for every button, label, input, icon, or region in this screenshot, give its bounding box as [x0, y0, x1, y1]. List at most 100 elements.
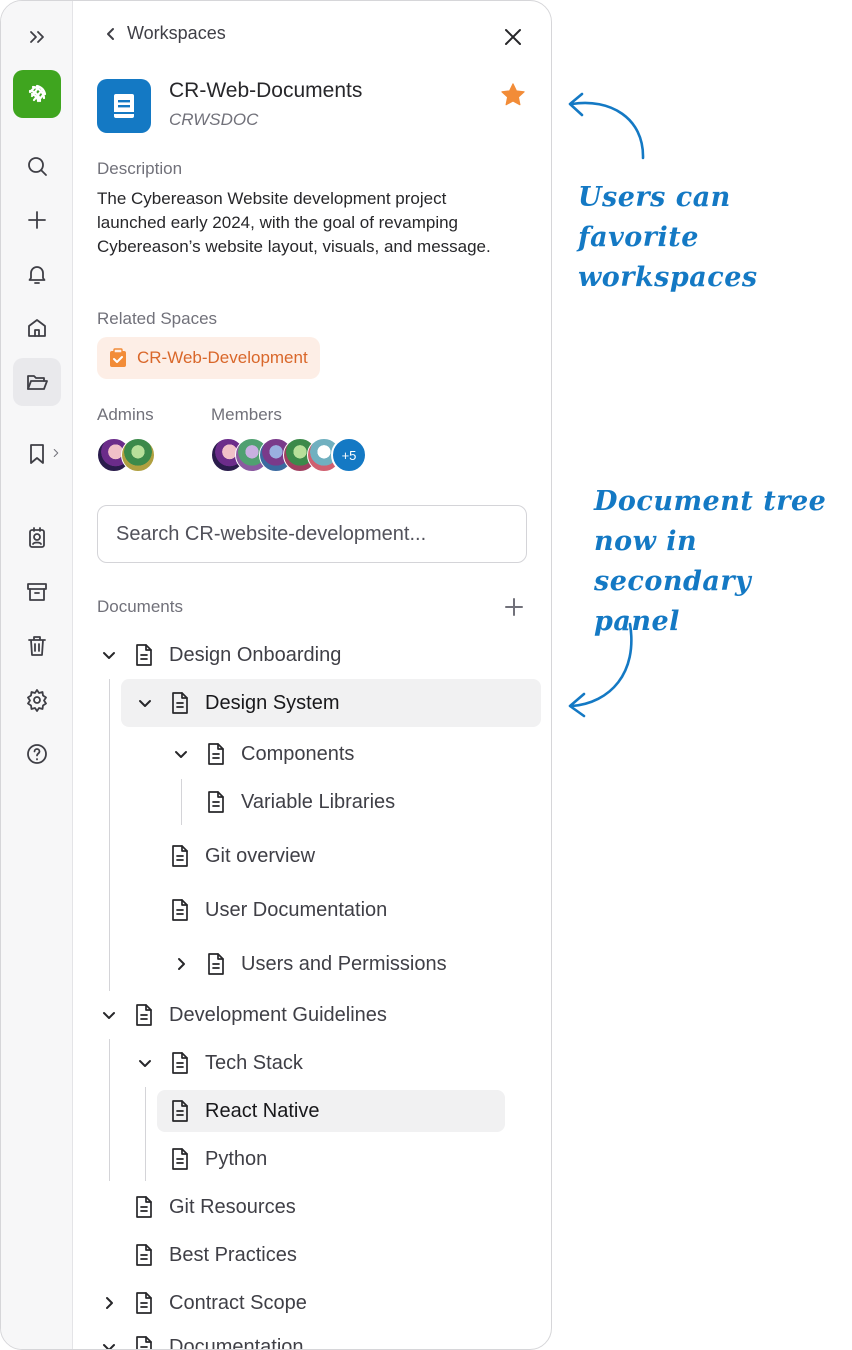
bookmark-icon[interactable] — [13, 430, 61, 478]
tree-guide — [181, 779, 182, 825]
chevron-down-icon[interactable] — [169, 742, 193, 766]
tree-guide — [145, 1087, 146, 1181]
tree-item-design-onboarding[interactable]: Design Onboarding — [97, 635, 341, 675]
tree-item-label: User Documentation — [205, 898, 388, 921]
annotation-arrow-icon — [568, 92, 645, 160]
help-icon[interactable] — [13, 730, 61, 778]
settings-icon[interactable] — [13, 676, 61, 724]
workspace-code: CRWSDOC — [169, 110, 259, 129]
tree-item-label: Contract Scope — [169, 1291, 307, 1314]
document-icon — [133, 1243, 157, 1267]
archive-icon[interactable] — [13, 568, 61, 616]
tree-item-label: Variable Libraries — [241, 790, 396, 813]
tree-item-contract-scope[interactable]: Contract Scope — [97, 1283, 307, 1323]
favorite-star-icon[interactable] — [499, 81, 527, 109]
document-icon — [169, 1051, 193, 1075]
chevron-down-icon[interactable] — [133, 691, 157, 715]
document-search-input[interactable] — [97, 505, 527, 563]
description-label: Description — [97, 159, 183, 178]
tree-item-label: Components — [241, 742, 355, 765]
tree-item-label: Development Guidelines — [169, 1003, 387, 1026]
chevron-down-icon[interactable] — [133, 1051, 157, 1075]
home-icon[interactable] — [13, 304, 61, 352]
document-icon — [133, 643, 157, 667]
tree-item-label: Documentation — [169, 1335, 304, 1350]
tree-item-git-overview[interactable]: Git overview — [169, 836, 315, 876]
document-icon — [133, 1335, 157, 1349]
contact-icon[interactable] — [13, 514, 61, 562]
chevron-down-icon[interactable] — [97, 643, 121, 667]
chevron-down-icon[interactable] — [97, 1003, 121, 1027]
related-spaces-label: Related Spaces — [97, 309, 218, 328]
tree-item-best-practices[interactable]: Best Practices — [133, 1235, 297, 1275]
members-label: Members — [211, 405, 282, 424]
app-logo[interactable] — [13, 70, 61, 118]
favorite-annotation: Users can favorite workspaces — [578, 178, 852, 298]
more-members-badge[interactable]: +5 — [331, 437, 367, 473]
add-document-icon[interactable] — [503, 596, 525, 618]
related-space-chip[interactable]: CR-Web-Development — [97, 337, 320, 379]
chevron-left-icon — [107, 27, 114, 40]
tree-item-git-resources[interactable]: Git Resources — [133, 1187, 296, 1227]
document-icon — [169, 844, 193, 868]
back-to-workspaces-link[interactable]: Workspaces — [103, 23, 226, 44]
tree-guide — [109, 1039, 110, 1181]
admins-avatars — [97, 438, 155, 474]
annotation-line: workspaces — [578, 262, 758, 293]
chevron-right-icon — [53, 448, 59, 458]
tree-item-label: React Native — [205, 1099, 320, 1122]
expand-icon[interactable] — [13, 13, 61, 61]
bell-icon[interactable] — [13, 250, 61, 298]
document-icon — [205, 742, 229, 766]
folder-open-icon[interactable] — [13, 358, 61, 406]
annotation-line: Users can favorite — [578, 182, 731, 253]
tree-item-documentation[interactable]: Documentation — [97, 1327, 304, 1350]
avatar[interactable] — [121, 438, 155, 472]
tree-item-label: Python — [205, 1147, 268, 1170]
tree-item-label: Git Resources — [169, 1195, 296, 1218]
clipboard-icon — [110, 348, 126, 367]
document-icon — [133, 1195, 157, 1219]
trash-icon[interactable] — [13, 622, 61, 670]
tree-item-users-and-permissions[interactable]: Users and Permissions — [169, 944, 447, 984]
document-icon — [169, 1099, 193, 1123]
chevron-down-icon[interactable] — [97, 1335, 121, 1349]
tree-item-development-guidelines[interactable]: Development Guidelines — [97, 995, 387, 1035]
document-icon — [169, 1147, 193, 1171]
members-avatars: +5 — [211, 437, 367, 474]
document-icon — [205, 790, 229, 814]
document-icon — [133, 1003, 157, 1027]
close-icon[interactable] — [501, 25, 525, 49]
tree-item-label: Users and Permissions — [241, 952, 447, 975]
workspace-title: CR-Web-Documents — [169, 79, 363, 102]
tree-item-label: Design Onboarding — [169, 643, 342, 666]
icon-rail — [1, 1, 73, 1349]
tree-item-react-native[interactable]: React Native — [169, 1091, 320, 1131]
tree-guide — [109, 679, 110, 991]
admins-label: Admins — [97, 405, 154, 424]
chevron-right-icon[interactable] — [169, 952, 193, 976]
tree-item-design-system[interactable]: Design System — [133, 683, 340, 723]
annotation-arrow-icon — [568, 622, 633, 718]
document-icon — [169, 898, 193, 922]
tree-item-components[interactable]: Components — [169, 734, 354, 774]
tree-item-python[interactable]: Python — [169, 1139, 267, 1179]
document-icon — [133, 1291, 157, 1315]
tree-item-variable-libraries[interactable]: Variable Libraries — [205, 782, 395, 822]
workspace-book-icon — [97, 79, 151, 133]
document-icon — [169, 691, 193, 715]
search-icon[interactable] — [13, 142, 61, 190]
document-icon — [205, 952, 229, 976]
annotation-line: now in secondary — [594, 526, 752, 597]
related-space-label: CR-Web-Development — [137, 348, 308, 367]
documents-label: Documents — [97, 597, 183, 616]
chevron-right-icon[interactable] — [97, 1291, 121, 1315]
back-label: Workspaces — [127, 23, 226, 43]
plus-icon[interactable] — [13, 196, 61, 244]
tree-item-tech-stack[interactable]: Tech Stack — [133, 1043, 303, 1083]
tree-item-label: Git overview — [205, 844, 316, 867]
tree-item-user-documentation[interactable]: User Documentation — [169, 890, 387, 930]
tree-item-label: Best Practices — [169, 1243, 297, 1266]
tree-item-label: Tech Stack — [205, 1051, 303, 1074]
annotation-line: Document tree — [594, 486, 827, 517]
